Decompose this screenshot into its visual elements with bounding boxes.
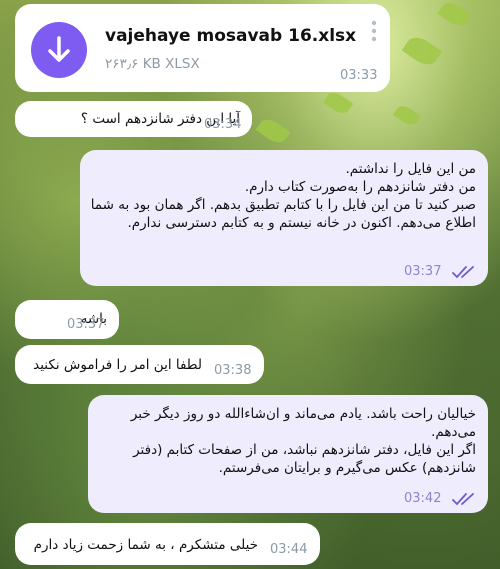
message-text: خیلی متشکرم ، به شما زحمت زیاد دارم [33, 537, 258, 553]
file-meta: ۲۶۳٫۶ KB XLSX [105, 56, 200, 72]
message-text: خیالیان راحت باشد. یادم می‌ماند و ان‌شاء… [130, 406, 476, 476]
background-leaf [255, 115, 291, 147]
message-time: 03:34 [204, 117, 242, 132]
file-message-bubble[interactable]: vajehaye mosavab 16.xlsx ۲۶۳٫۶ KB XLSX 0… [15, 4, 390, 92]
message-time: 03:44 [270, 542, 308, 557]
incoming-message[interactable]: باشه 03:37 [15, 300, 119, 339]
background-leaf [322, 88, 354, 118]
background-leaf [401, 32, 443, 70]
read-receipt-icon [452, 264, 478, 283]
background-leaf [437, 0, 471, 30]
background-leaf [392, 102, 422, 129]
incoming-message[interactable]: لطفا این امر را فراموش نکنید 03:38 [15, 345, 264, 384]
message-time: 03:37 [67, 317, 105, 332]
message-time: 03:33 [340, 68, 378, 83]
message-time: 03:42 [404, 491, 442, 506]
incoming-message[interactable]: خیلی متشکرم ، به شما زحمت زیاد دارم 03:4… [15, 523, 320, 565]
outgoing-message[interactable]: من این فایل را نداشتم. من دفتر شانزدهم ر… [80, 150, 488, 286]
message-text: لطفا این امر را فراموش نکنید [33, 357, 202, 373]
message-text: من این فایل را نداشتم. من دفتر شانزدهم ر… [90, 161, 476, 231]
message-time: 03:38 [214, 363, 252, 378]
message-time: 03:37 [404, 264, 442, 279]
more-options-icon[interactable] [371, 20, 377, 42]
read-receipt-icon [452, 491, 478, 510]
outgoing-message[interactable]: خیالیان راحت باشد. یادم می‌ماند و ان‌شاء… [88, 395, 488, 513]
incoming-message[interactable]: آیا این دفتر شانزدهم است ؟ 03:34 [15, 101, 252, 137]
download-icon[interactable] [31, 22, 87, 78]
file-name: vajehaye mosavab 16.xlsx [105, 26, 357, 46]
